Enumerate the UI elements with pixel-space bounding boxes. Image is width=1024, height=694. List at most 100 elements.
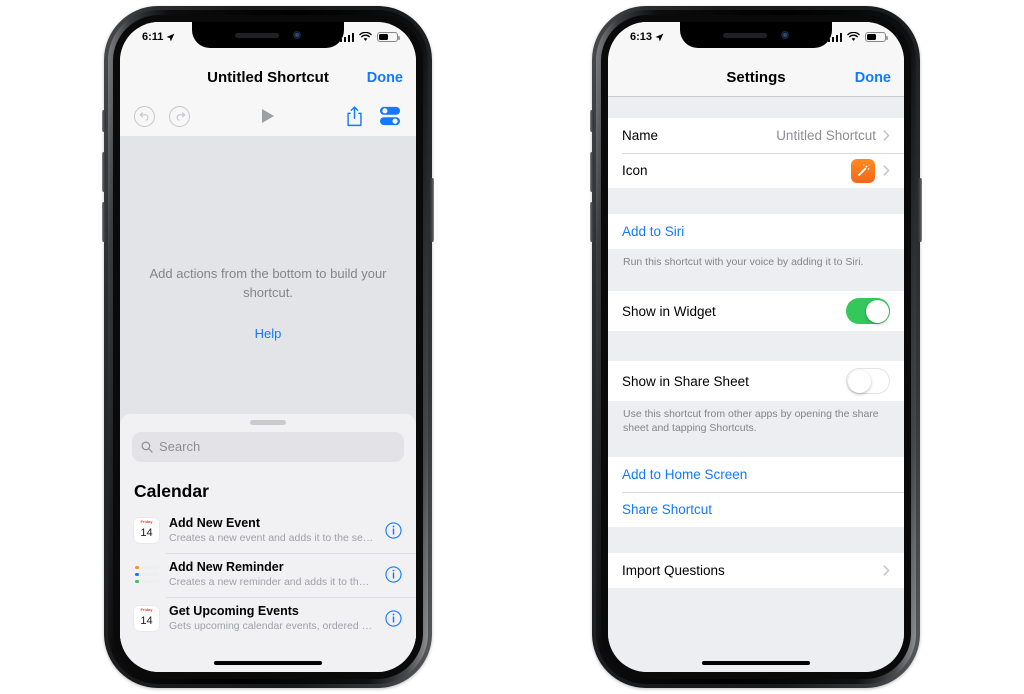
toggle-knob (865, 299, 889, 323)
volume-down-button[interactable] (102, 202, 106, 242)
list-item-title: Add New Event (169, 516, 260, 530)
notch (680, 22, 832, 48)
status-time: 6:11 (142, 31, 164, 43)
info-icon[interactable] (385, 522, 402, 539)
chevron-right-icon (883, 565, 890, 576)
magic-wand-icon[interactable] (851, 158, 875, 183)
right-phone-device: 6:13 Settings Done Name Untitled Shortcu… (580, 2, 932, 692)
settings-group-actions: Add to Home Screen Share Shortcut (608, 457, 904, 527)
redo-icon[interactable] (169, 105, 190, 127)
wifi-icon (847, 32, 860, 41)
calendar-icon-day: 14 (140, 615, 153, 627)
screenshot-root: 6:11 Untitled Shortcut Done Add actions … (0, 0, 1024, 694)
list-item-title: Add New Reminder (169, 560, 284, 574)
toolbar-center-group (190, 109, 346, 123)
row-share-shortcut[interactable]: Share Shortcut (608, 492, 904, 527)
show-in-widget-toggle[interactable] (846, 298, 890, 324)
mute-switch[interactable] (590, 110, 594, 132)
settings-group-share-sheet: Show in Share Sheet (608, 361, 904, 401)
chevron-right-icon (883, 130, 890, 141)
done-button[interactable]: Done (855, 70, 891, 86)
help-link[interactable]: Help (120, 326, 416, 341)
reminders-icon-line (135, 579, 159, 584)
row-icon[interactable]: Icon (608, 153, 904, 188)
calendar-icon: Friday 14 (134, 518, 159, 543)
notch (192, 22, 344, 48)
magic-wand-glyph (857, 163, 870, 176)
power-button[interactable] (430, 178, 434, 242)
status-left-cluster: 6:13 (626, 31, 664, 43)
settings-list: Name Untitled Shortcut Icon Add to Siri … (608, 96, 904, 672)
list-item-text: Add New Event Creates a new event and ad… (169, 516, 375, 545)
search-placeholder: Search (159, 439, 201, 454)
undo-icon[interactable] (134, 105, 155, 127)
status-right-cluster (827, 32, 889, 42)
status-time: 6:13 (630, 31, 653, 43)
mute-switch[interactable] (102, 110, 106, 132)
search-container: Search (120, 425, 416, 471)
show-in-share-sheet-toggle[interactable] (846, 368, 890, 394)
list-item-subtitle: Creates a new reminder and adds it to th… (169, 576, 375, 588)
done-button[interactable]: Done (367, 70, 403, 86)
volume-down-button[interactable] (590, 202, 594, 242)
search-input[interactable]: Search (132, 431, 404, 462)
list-item-text: Add New Reminder Creates a new reminder … (169, 560, 375, 589)
row-show-in-share-sheet[interactable]: Show in Share Sheet (608, 361, 904, 401)
sliders-settings-icon[interactable] (379, 106, 401, 126)
empty-state-message: Add actions from the bottom to build you… (149, 266, 387, 300)
toggle-knob (847, 369, 871, 393)
volume-up-button[interactable] (102, 152, 106, 192)
list-item-title: Get Upcoming Events (169, 604, 299, 618)
row-label: Show in Widget (622, 303, 716, 319)
volume-up-button[interactable] (590, 152, 594, 192)
reminders-icon (134, 562, 159, 587)
info-icon[interactable] (385, 566, 402, 583)
info-icon[interactable] (385, 610, 402, 627)
row-name[interactable]: Name Untitled Shortcut (608, 118, 904, 153)
settings-group-import: Import Questions (608, 553, 904, 588)
reminders-icon-line (135, 565, 159, 570)
footnote-share-sheet: Use this shortcut from other apps by ope… (623, 408, 879, 434)
list-item[interactable]: Friday 14 Add New Event Creates a new ev… (120, 509, 416, 553)
row-show-in-widget[interactable]: Show in Widget (608, 291, 904, 331)
share-icon[interactable] (346, 105, 363, 127)
settings-group-siri: Add to Siri (608, 214, 904, 249)
calendar-icon: Friday 14 (134, 606, 159, 631)
footnote-siri: Run this shortcut with your voice by add… (623, 256, 864, 268)
row-import-questions[interactable]: Import Questions (608, 553, 904, 588)
row-add-to-siri[interactable]: Add to Siri (608, 214, 904, 249)
list-item-subtitle: Gets upcoming calendar events, ordered f… (169, 620, 375, 632)
wifi-icon (359, 32, 372, 41)
row-label: Add to Home Screen (622, 467, 748, 482)
earpiece-speaker-icon (723, 32, 767, 38)
calendar-icon-month: Friday (134, 606, 159, 613)
settings-group-widget: Show in Widget (608, 291, 904, 331)
row-label: Add to Siri (622, 224, 685, 239)
undo-arrow-glyph (139, 112, 148, 121)
status-right-cluster (339, 32, 401, 42)
home-indicator[interactable] (702, 660, 810, 665)
toolbar-right-group (346, 105, 416, 127)
row-label: Icon (622, 163, 648, 178)
row-value: Untitled Shortcut (776, 128, 876, 143)
front-camera-icon (293, 31, 301, 39)
search-icon (141, 441, 153, 453)
earpiece-speaker-icon (235, 32, 279, 38)
home-indicator[interactable] (214, 660, 322, 665)
settings-group-identity: Name Untitled Shortcut Icon (608, 118, 904, 188)
battery-icon (377, 32, 401, 42)
play-icon[interactable] (262, 109, 274, 123)
location-arrow-icon (655, 33, 664, 41)
left-phone-device: 6:11 Untitled Shortcut Done Add actions … (92, 2, 444, 692)
list-item[interactable]: Friday 14 Get Upcoming Events Gets upcom… (120, 597, 416, 641)
power-button[interactable] (918, 178, 922, 242)
right-phone-screen: 6:13 Settings Done Name Untitled Shortcu… (608, 22, 904, 672)
row-add-to-home-screen[interactable]: Add to Home Screen (608, 457, 904, 492)
list-item[interactable]: Add New Reminder Creates a new reminder … (120, 553, 416, 597)
location-arrow-icon (166, 33, 175, 41)
section-header-calendar: Calendar (134, 481, 209, 501)
left-phone-screen: 6:11 Untitled Shortcut Done Add actions … (120, 22, 416, 672)
